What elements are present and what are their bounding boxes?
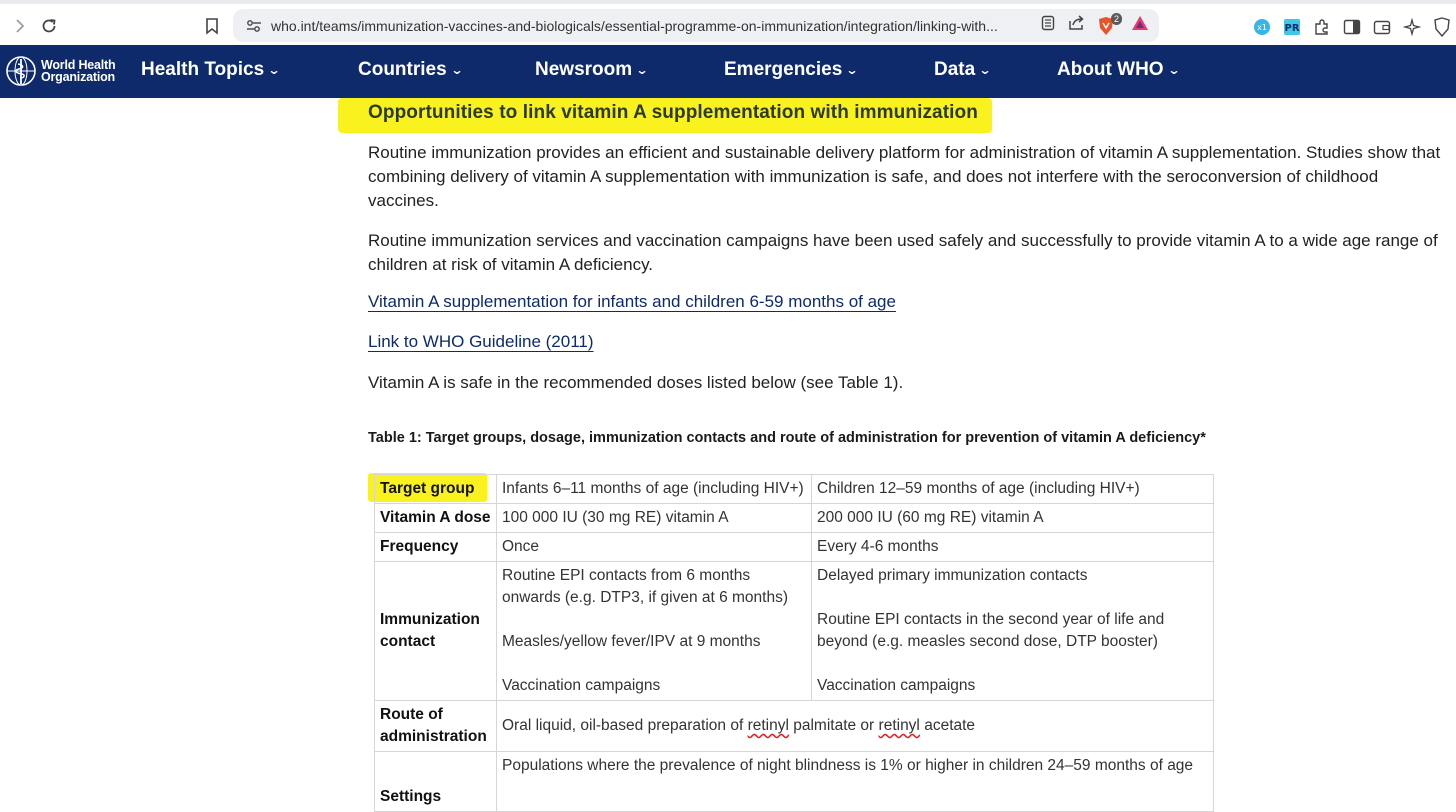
paragraph-campaigns: Routine immunization services and vaccin…	[368, 231, 1438, 274]
chevron-down-icon: ⌄	[267, 63, 281, 77]
table-row: Route of administration Oral liquid, oil…	[374, 700, 1214, 752]
forward-icon[interactable]	[6, 12, 34, 40]
table-cell: Routine EPI contacts from 6 months onwar…	[496, 561, 812, 701]
chevron-down-icon: ⌄	[978, 63, 992, 77]
table-cell-route: Oral liquid, oil-based preparation of re…	[496, 700, 1214, 752]
nav-label: Countries	[358, 59, 447, 80]
leo-ai-icon[interactable]	[1402, 17, 1422, 37]
address-bar[interactable]: who.int/teams/immunization-vaccines-and-…	[233, 9, 1159, 42]
table-cell: Once	[496, 532, 812, 562]
shields-badge: 2	[1110, 12, 1122, 25]
svg-text:x1: x1	[1257, 23, 1267, 32]
chevron-down-icon: ⌄	[845, 63, 859, 77]
row-label: Route of administration	[374, 700, 497, 752]
site-settings-icon[interactable]	[239, 19, 269, 33]
chevron-down-icon: ⌄	[1167, 63, 1181, 77]
who-emblem-icon	[6, 56, 36, 86]
brave-rewards-icon[interactable]	[1131, 15, 1149, 36]
bookmark-icon[interactable]	[198, 12, 226, 40]
row-label: Immunization contact	[374, 561, 497, 701]
reload-icon[interactable]	[35, 12, 63, 40]
link-vitamin-a-supplementation[interactable]: Vitamin A supplementation for infants an…	[368, 292, 896, 312]
browser-toolbar: who.int/teams/immunization-vaccines-and-…	[0, 0, 1456, 45]
link-who-guideline[interactable]: Link to WHO Guideline (2011)	[368, 332, 594, 352]
row-label: Frequency	[374, 532, 497, 562]
section-heading: Opportunities to link vitamin A suppleme…	[368, 102, 978, 123]
brave-menu-icon[interactable]	[1432, 17, 1452, 37]
table-row: Target group Infants 6–11 months of age …	[374, 474, 1214, 504]
table-caption: Table 1: Target groups, dosage, immuniza…	[368, 430, 1206, 446]
table-cell: 100 000 IU (30 mg RE) vitamin A	[496, 503, 812, 533]
who-logo[interactable]: World Health Organization	[5, 55, 116, 87]
nav-label: Data	[934, 59, 976, 80]
site-navbar: World Health Organization Health Topics ⌄…	[0, 45, 1456, 98]
nav-label: About WHO	[1057, 59, 1164, 80]
vitamin-a-table: Target group Infants 6–11 months of age …	[374, 474, 1214, 812]
brave-shields-icon[interactable]: 2	[1097, 12, 1122, 36]
nav-health-topics[interactable]: Health Topics ⌄	[141, 59, 281, 81]
table-row: Frequency Once Every 4-6 months	[374, 532, 1214, 562]
paragraph-intro: Routine immunization provides an efficie…	[368, 143, 1441, 210]
svg-text:PR: PR	[1284, 23, 1299, 34]
url-text[interactable]: who.int/teams/immunization-vaccines-and-…	[271, 18, 1021, 34]
reader-mode-icon[interactable]	[1041, 15, 1055, 36]
nav-data[interactable]: Data ⌄	[934, 59, 992, 81]
text-segment: Oral liquid, oil-based preparation of	[502, 717, 748, 734]
nav-label: Newsroom	[535, 59, 633, 80]
table-row: Vitamin A dose 100 000 IU (30 mg RE) vit…	[374, 503, 1214, 533]
spellcheck-word[interactable]: retinyl	[748, 717, 789, 734]
extensions-puzzle-icon[interactable]	[1312, 17, 1332, 37]
nav-newsroom[interactable]: Newsroom ⌄	[535, 59, 649, 81]
nav-label: Health Topics	[141, 59, 265, 80]
speed-extension-icon[interactable]: x1	[1252, 17, 1272, 37]
table-cell: Children 12–59 months of age (including …	[811, 474, 1214, 504]
row-label: Vitamin A dose	[374, 503, 497, 533]
share-icon[interactable]	[1067, 15, 1085, 36]
nav-countries[interactable]: Countries ⌄	[358, 59, 464, 81]
row-label: Settings	[374, 751, 497, 812]
chevron-down-icon: ⌄	[450, 63, 464, 77]
table-cell: Infants 6–11 months of age (including HI…	[496, 474, 812, 504]
table-row: Settings Populations where the prevalenc…	[374, 751, 1214, 812]
row-label: Target group	[374, 474, 497, 504]
table-cell: Populations where the prevalence of nigh…	[496, 751, 1214, 812]
spellcheck-word[interactable]: retinyl	[879, 717, 920, 734]
sidebar-icon[interactable]	[1342, 17, 1362, 37]
text-segment: palmitate or	[788, 717, 879, 734]
pr-extension-icon[interactable]: PR	[1282, 17, 1302, 37]
chevron-down-icon: ⌄	[635, 63, 649, 77]
nav-about-who[interactable]: About WHO ⌄	[1057, 59, 1181, 81]
table-row: Immunization contact Routine EPI contact…	[374, 561, 1214, 701]
nav-label: Emergencies	[724, 59, 843, 80]
logo-line-2: Organization	[41, 70, 115, 84]
table-cell: Every 4-6 months	[811, 532, 1214, 562]
table-cell: Delayed primary immunization contacts Ro…	[811, 561, 1214, 701]
wallet-icon[interactable]	[1372, 17, 1392, 37]
text-segment: acetate	[919, 717, 976, 734]
table-cell: 200 000 IU (60 mg RE) vitamin A	[811, 503, 1214, 533]
nav-emergencies[interactable]: Emergencies ⌄	[724, 59, 859, 81]
paragraph-safe-doses: Vitamin A is safe in the recommended dos…	[368, 373, 904, 392]
